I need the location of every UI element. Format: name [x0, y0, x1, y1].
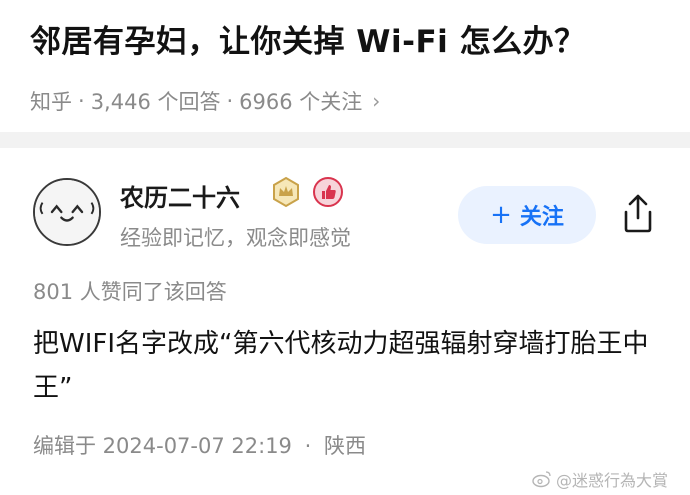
- plus-icon: +: [490, 200, 512, 230]
- share-icon[interactable]: [620, 192, 656, 234]
- author-name[interactable]: 农历二十六: [120, 178, 240, 213]
- question-meta[interactable]: 知乎 · 3,446 个回答 · 6966 个关注 ›: [30, 86, 660, 116]
- crown-badge-icon[interactable]: [270, 176, 302, 208]
- meta-separator: ·: [304, 434, 312, 458]
- watermark: @迷惑行為大賞: [532, 466, 682, 492]
- avatar-face-icon: [35, 180, 99, 244]
- question-header: 邻居有孕妇，让你关掉 Wi-Fi 怎么办？ 知乎 · 3,446 个回答 · 6…: [0, 0, 690, 130]
- author-row: 农历二十六 经验即记忆，观念即感觉 + 关注: [0, 170, 690, 260]
- watermark-text: @迷惑行為大賞: [556, 471, 669, 490]
- follow-button[interactable]: + 关注: [458, 186, 596, 244]
- zhihu-answer-page: 邻居有孕妇，让你关掉 Wi-Fi 怎么办？ 知乎 · 3,446 个回答 · 6…: [0, 0, 690, 495]
- avatar[interactable]: [33, 178, 101, 246]
- edit-info: 编辑于 2024-07-07 22:19 · 陕西: [33, 430, 366, 460]
- like-badge-icon[interactable]: [312, 176, 344, 208]
- answers-count: 3,446 个回答: [90, 90, 221, 114]
- edited-time: 编辑于 2024-07-07 22:19: [33, 434, 292, 458]
- answer-content[interactable]: 把WIFI名字改成“第六代核动力超强辐射穿墙打胎王中王”: [33, 322, 663, 410]
- followers-count: 6966 个关注: [239, 90, 363, 114]
- follow-label: 关注: [519, 205, 564, 230]
- author-bio: 经验即记忆，观念即感觉: [120, 226, 351, 250]
- meta-separator: ·: [78, 89, 85, 113]
- question-title[interactable]: 邻居有孕妇，让你关掉 Wi-Fi 怎么办？: [30, 20, 660, 64]
- location: 陕西: [323, 434, 366, 458]
- weibo-logo-icon: [532, 471, 551, 488]
- meta-separator: ·: [226, 89, 234, 113]
- source-label: 知乎: [30, 90, 72, 114]
- section-divider: [0, 132, 690, 148]
- chevron-right-icon: ›: [372, 89, 381, 113]
- likes-count: 801 人赞同了该回答: [33, 280, 227, 304]
